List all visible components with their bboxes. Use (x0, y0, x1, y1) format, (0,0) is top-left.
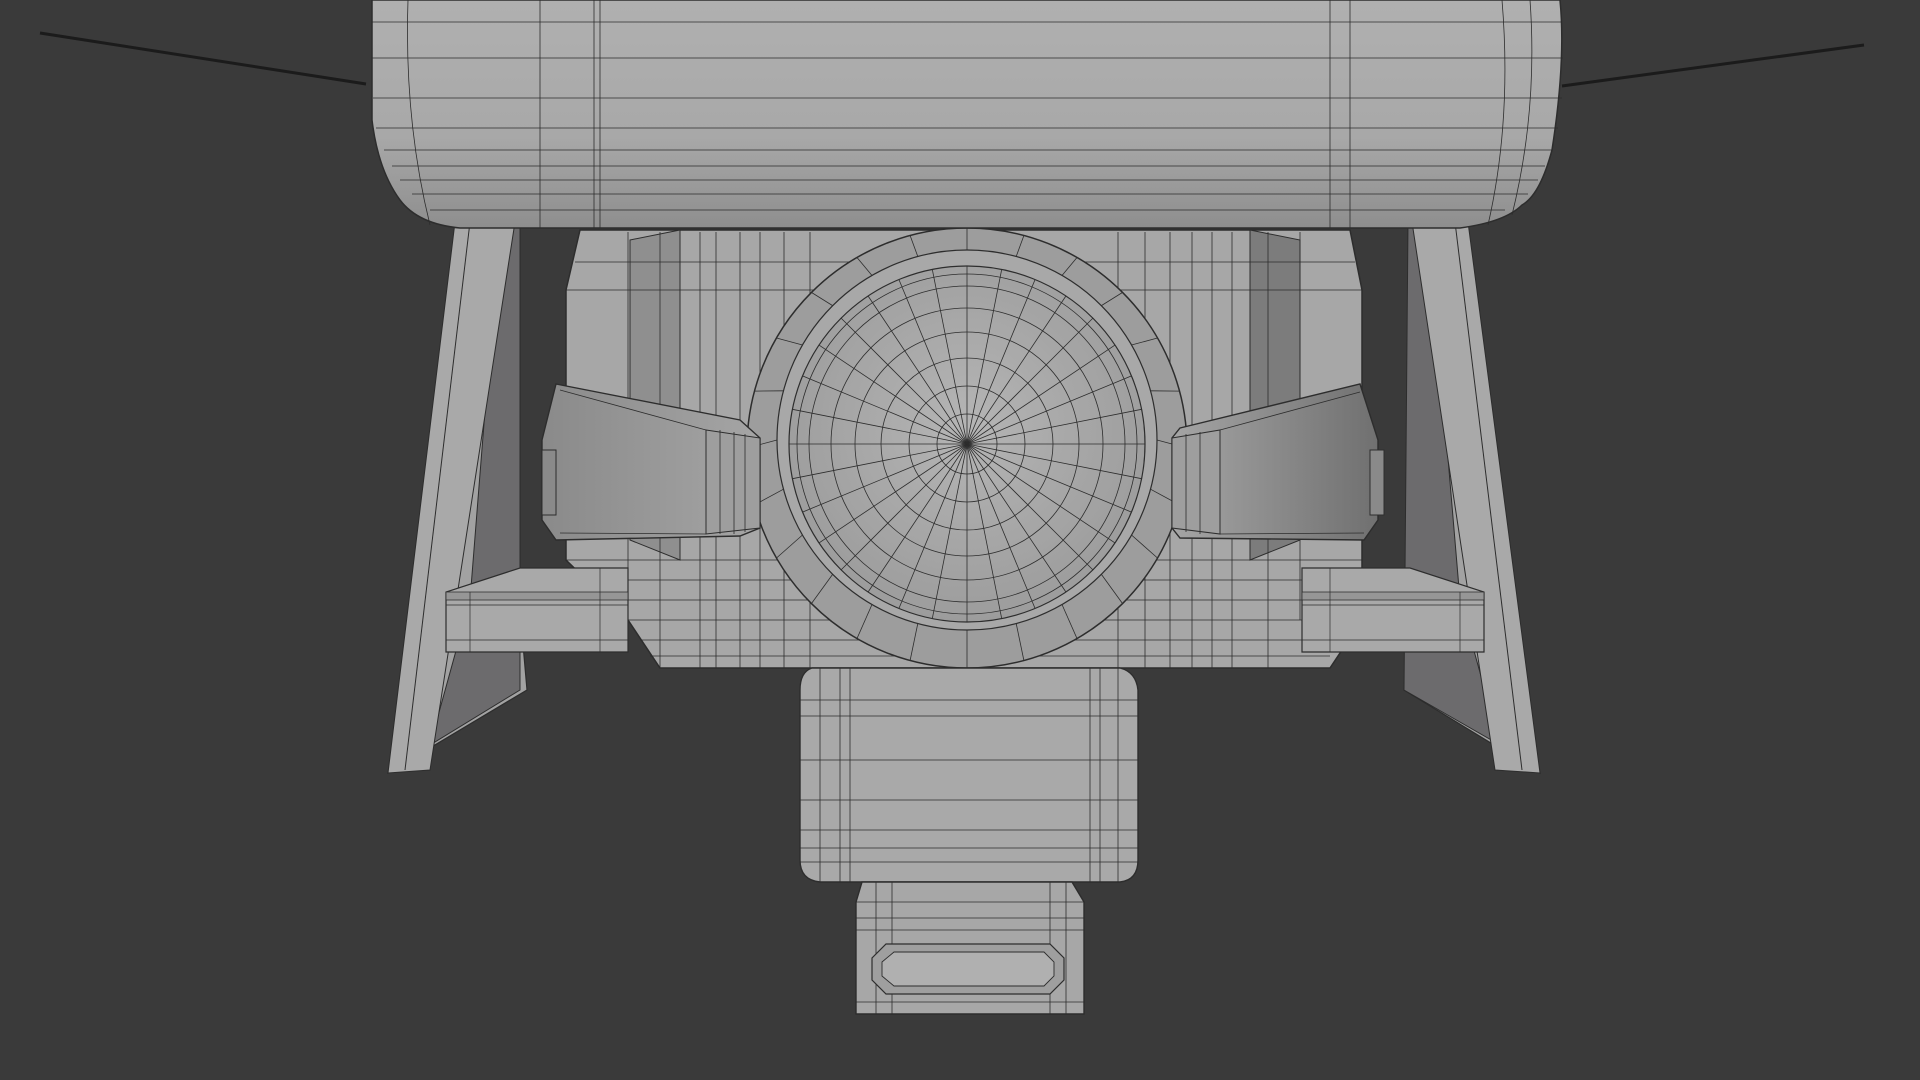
lower-cylinder (799, 667, 1139, 883)
left-fin (387, 221, 528, 775)
top-tank (371, 0, 1563, 229)
3d-viewport[interactable] (0, 0, 1920, 1080)
right-fin (1403, 221, 1541, 775)
bottom-block (855, 881, 1085, 1015)
round-nozzle-face (746, 227, 1188, 669)
model-render (39, 0, 1865, 1015)
left-antenna (39, 31, 367, 86)
right-antenna (1561, 43, 1865, 88)
